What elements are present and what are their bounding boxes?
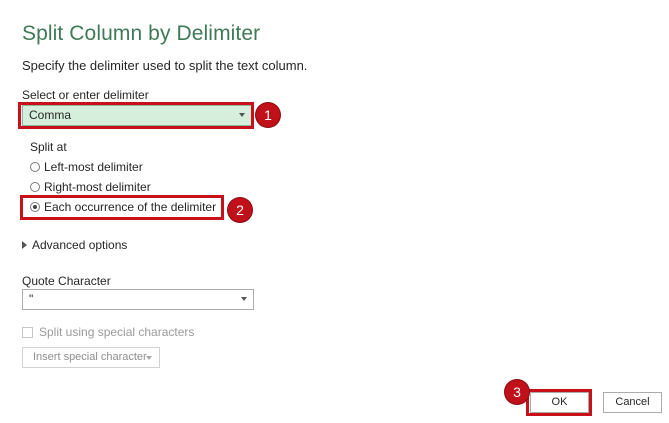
special-characters-label: Split using special characters	[39, 325, 195, 339]
radio-left-most[interactable]: Left-most delimiter	[30, 160, 143, 174]
chevron-down-icon	[241, 297, 247, 301]
annotation-badge-3: 3	[505, 380, 529, 404]
chevron-down-icon	[239, 113, 245, 117]
chevron-down-icon	[146, 356, 152, 360]
special-characters-checkbox[interactable]	[22, 326, 33, 338]
advanced-options-toggle[interactable]: Advanced options	[22, 238, 127, 252]
annotation-badge-2: 2	[228, 198, 252, 222]
insert-special-character-label: Insert special character	[33, 351, 147, 363]
delimiter-label: Select or enter delimiter	[22, 88, 149, 102]
advanced-options-label: Advanced options	[32, 238, 128, 252]
insert-special-character-button[interactable]: Insert special character	[22, 347, 160, 368]
radio-label: Each occurrence of the delimiter	[44, 200, 217, 214]
radio-label: Right-most delimiter	[44, 180, 151, 194]
cancel-button[interactable]: Cancel	[603, 392, 662, 413]
radio-each-occurrence[interactable]: Each occurrence of the delimiter	[30, 200, 216, 214]
split-at-label: Split at	[30, 140, 67, 154]
chevron-right-icon	[22, 241, 27, 249]
quote-character-dropdown[interactable]: "	[22, 289, 254, 310]
quote-character-value: "	[29, 292, 34, 306]
dialog-title: Split Column by Delimiter	[22, 22, 261, 45]
radio-right-most[interactable]: Right-most delimiter	[30, 180, 151, 194]
annotation-badge-1: 1	[256, 103, 280, 127]
dialog-subtitle: Specify the delimiter used to split the …	[22, 58, 308, 73]
ok-button[interactable]: OK	[530, 392, 589, 413]
radio-button-selected[interactable]	[30, 202, 40, 212]
special-characters-option[interactable]: Split using special characters	[22, 325, 194, 339]
radio-button[interactable]	[30, 162, 40, 172]
radio-button[interactable]	[30, 182, 40, 192]
delimiter-dropdown[interactable]: Comma	[22, 105, 252, 126]
quote-character-label: Quote Character	[22, 274, 111, 288]
delimiter-value: Comma	[29, 108, 72, 122]
split-column-dialog: Split Column by Delimiter Specify the de…	[0, 0, 669, 423]
radio-label: Left-most delimiter	[44, 160, 143, 174]
